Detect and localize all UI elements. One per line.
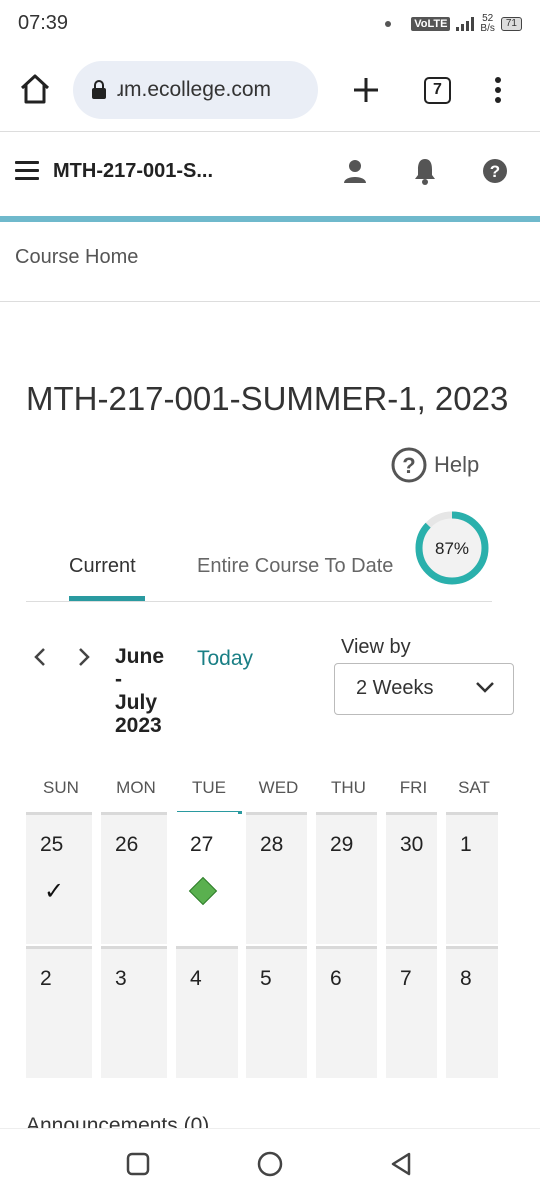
day-number: 25 [40,833,64,856]
day-of-week-label: SAT [458,778,490,797]
calendar-day-cell[interactable]: 8 [446,946,498,1078]
tab-count-button[interactable]: 7 [424,77,451,104]
tab-entire-course[interactable]: Entire Course To Date [197,555,393,578]
date-range-label: June - July 2023 [115,645,175,737]
user-profile-icon[interactable] [340,156,370,186]
hamburger-menu-icon[interactable] [15,161,39,181]
calendar-day-cell[interactable]: 2 [26,946,92,1078]
calendar-day-cell[interactable]: 28 [246,812,307,944]
chevron-down-icon [476,682,494,693]
status-time: 07:39 [18,12,69,34]
home-icon[interactable] [18,72,52,106]
question-circle-icon: ? [391,447,427,483]
notification-dot-icon [385,21,392,27]
day-number: 7 [400,967,412,990]
day-number: 5 [260,967,272,990]
view-by-select[interactable]: 2 Weeks [334,663,514,715]
checkmark-icon: ✓ [44,878,65,905]
day-number: 28 [260,833,284,856]
new-tab-icon[interactable] [350,74,382,106]
today-button[interactable]: Today [197,647,253,671]
day-number: 8 [460,967,472,990]
range-line: June [115,645,165,668]
help-link[interactable]: ? Help [390,446,479,484]
day-number: 3 [115,967,127,990]
calendar-day-cell[interactable]: 5 [246,946,307,1078]
status-bar: 07:39 VoLTE 52 B/s 71 [0,0,540,48]
breadcrumb[interactable]: Course Home [15,246,138,269]
day-of-week-label: FRI [399,778,428,797]
home-circle-icon[interactable] [255,1149,285,1179]
help-label: Help [434,452,480,477]
day-number: 30 [400,833,424,856]
svg-text:?: ? [402,453,415,478]
day-number: 2 [40,967,52,990]
url-text: ɹm.ecollege.com [117,78,272,101]
range-line: 2023 [115,714,162,737]
network-speed-unit: B/s [480,23,495,34]
calendar-day-cell[interactable]: 3 [101,946,167,1078]
browser-toolbar: ɹm.ecollege.com 7 [0,56,540,126]
signal-icon [456,17,475,31]
system-nav-bar [0,1128,540,1200]
day-number: 29 [330,833,354,856]
calendar-day-cell[interactable]: 7 [386,946,437,1078]
battery-icon: 71 [500,17,522,31]
notifications-bell-icon[interactable] [410,156,440,186]
calendar-day-cell[interactable]: 29 [316,812,377,944]
volte-badge: VoLTE [411,17,451,31]
calendar-day-cell[interactable]: 1 [446,812,498,944]
header-accent-bar [0,216,540,222]
day-number: 27 [190,833,214,856]
calendar-day-cell[interactable]: 4 [176,946,238,1078]
network-speed: 52 B/s [480,14,494,34]
help-circle-icon[interactable]: ? [480,156,510,186]
day-number: 26 [115,833,139,856]
tab-current[interactable]: Current [69,555,136,578]
lock-icon [92,80,106,99]
day-of-week-label: MON [116,778,156,797]
course-code[interactable]: MTH-217-001-S... [53,160,213,183]
more-options-icon[interactable] [488,74,508,106]
view-by-value: 2 Weeks [356,677,434,699]
divider [0,301,540,302]
page-title: MTH-217-001-SUMMER-1, 2023 [26,380,509,417]
divider [26,601,492,602]
calendar-day-cell[interactable]: 30 [386,812,437,944]
day-of-week-label: TUE [192,778,226,797]
previous-arrow-icon[interactable] [30,645,50,669]
next-arrow-icon[interactable] [74,645,94,669]
address-bar[interactable]: ɹm.ecollege.com [73,61,318,119]
day-number: 6 [330,967,342,990]
app-header: MTH-217-001-S... ? [0,132,540,216]
day-of-week-label: WED [258,778,299,797]
range-line: - [115,668,122,691]
progress-label: 87% [435,539,469,558]
calendar-day-cell[interactable]: 6 [316,946,377,1078]
calendar-day-cell[interactable]: 25 ✓ [26,812,92,944]
day-number: 4 [190,967,202,990]
status-indicators: VoLTE 52 B/s 71 [385,14,522,34]
day-of-week-label: THU [331,778,366,797]
svg-text:?: ? [490,162,500,181]
recent-apps-icon[interactable] [123,1149,153,1179]
day-number: 1 [460,833,472,856]
calendar-day-cell[interactable]: 27 [176,812,238,944]
progress-ring: 87% [415,511,489,585]
due-item-diamond-icon[interactable] [188,876,218,906]
calendar-day-cell[interactable]: 26 [101,812,167,944]
day-of-week-label: SUN [43,778,79,797]
back-triangle-icon[interactable] [386,1149,416,1179]
view-by-label: View by [341,636,411,658]
range-line: July [115,691,158,714]
